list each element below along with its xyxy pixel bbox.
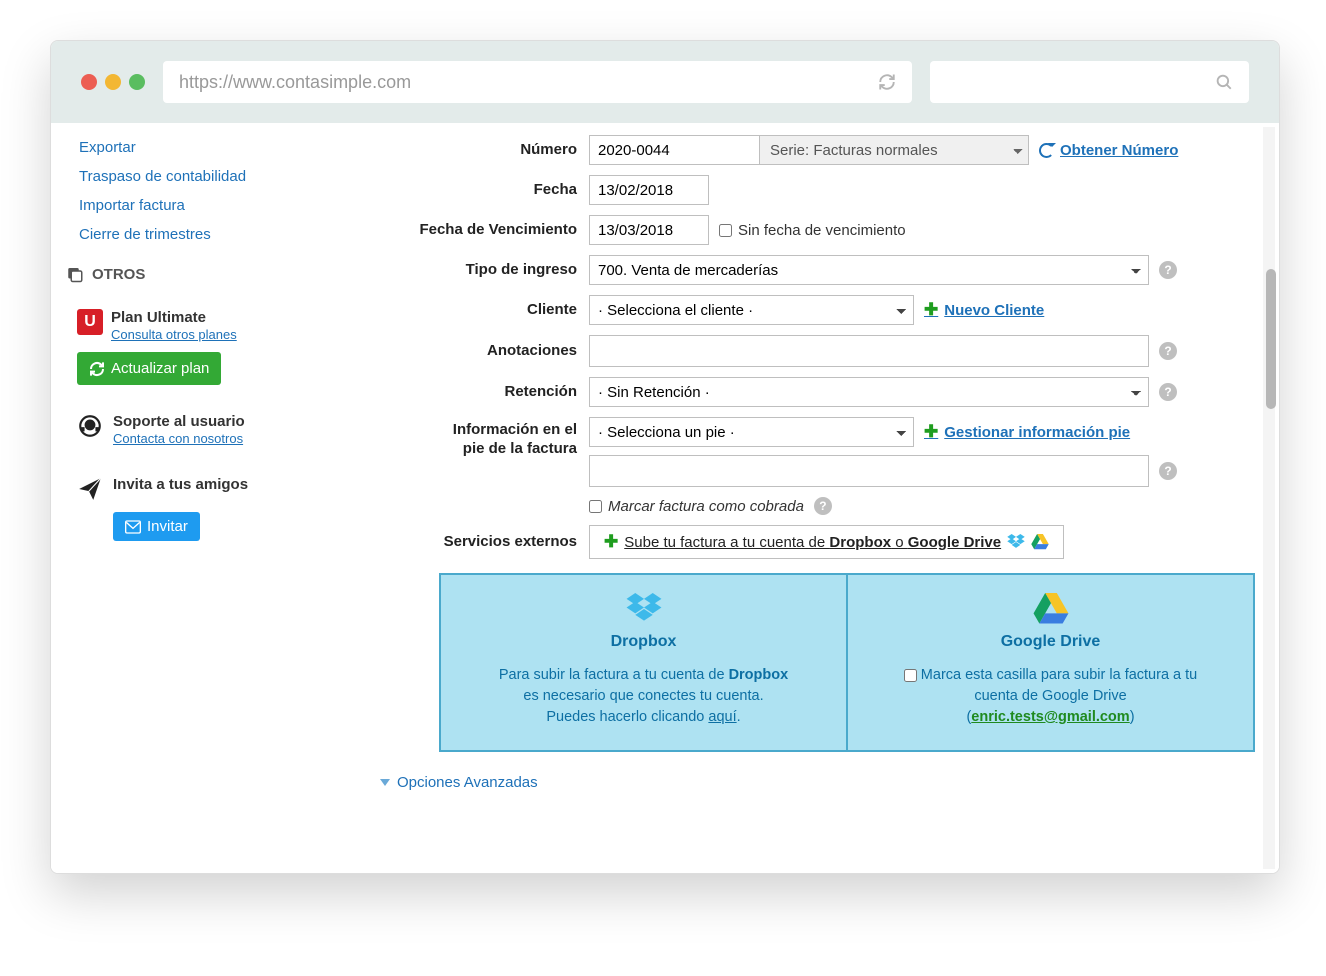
- label-venc: Fecha de Vencimiento: [379, 221, 589, 240]
- plan-link[interactable]: Consulta otros planes: [111, 327, 237, 342]
- tipo-select[interactable]: 700. Venta de mercaderías: [589, 255, 1149, 285]
- label-ret: Retención: [379, 383, 589, 402]
- pie-textarea[interactable]: [589, 455, 1149, 487]
- gdrive-icon: [1031, 534, 1049, 550]
- upgrade-plan-button[interactable]: Actualizar plan: [77, 352, 221, 385]
- nav-traspaso[interactable]: Traspaso de contabilidad: [51, 162, 319, 191]
- layers-icon: [66, 265, 84, 283]
- gestionar-pie-link[interactable]: ✚Gestionar información pie: [924, 422, 1130, 442]
- scrollbar-thumb[interactable]: [1266, 269, 1276, 409]
- help-icon[interactable]: ?: [1159, 261, 1177, 279]
- plus-icon: ✚: [604, 532, 618, 552]
- gdrive-card: Google Drive Marca esta casilla para sub…: [848, 573, 1255, 752]
- nav-cierre[interactable]: Cierre de trimestres: [51, 220, 319, 249]
- help-icon[interactable]: ?: [1159, 383, 1177, 401]
- help-icon[interactable]: ?: [1159, 342, 1177, 360]
- headset-icon: [77, 413, 103, 439]
- row-servicios: Servicios externos ✚ Sube tu factura a t…: [379, 525, 1259, 559]
- support-title: Soporte al usuario: [113, 413, 245, 430]
- row-cobrada: Marcar factura como cobrada ?: [379, 497, 1259, 515]
- minimize-dot[interactable]: [105, 74, 121, 90]
- label-pie: Información en elpie de la factura: [379, 417, 589, 459]
- plus-icon: ✚: [924, 300, 938, 320]
- sin-venc-check[interactable]: Sin fecha de vencimiento: [719, 222, 906, 239]
- row-anot: Anotaciones ?: [379, 335, 1259, 367]
- label-cliente: Cliente: [379, 301, 589, 320]
- dropbox-connect-link[interactable]: aquí: [708, 709, 736, 725]
- viewport: Exportar Traspaso de contabilidad Import…: [51, 123, 1279, 873]
- search-bar[interactable]: [930, 61, 1249, 103]
- reload-icon[interactable]: [878, 73, 896, 91]
- service-cards: Dropbox Para subir la factura a tu cuent…: [439, 573, 1255, 752]
- sidebar: Exportar Traspaso de contabilidad Import…: [51, 123, 319, 873]
- gdrive-upload-check[interactable]: [904, 669, 917, 682]
- dropbox-title: Dropbox: [457, 633, 830, 651]
- row-venc: Fecha de Vencimiento Sin fecha de vencim…: [379, 215, 1259, 245]
- gdrive-text: Marca esta casilla para subir la factura…: [864, 665, 1237, 728]
- row-ret: Retención · Sin Retención · ?: [379, 377, 1259, 407]
- support-block: Soporte al usuario Contacta con nosotros: [51, 395, 319, 458]
- serie-select[interactable]: Serie: Facturas normales: [759, 135, 1029, 165]
- refresh-icon: [1039, 143, 1054, 158]
- plus-icon: ✚: [924, 422, 938, 442]
- invite-block: Invita a tus amigos Invitar: [51, 458, 319, 551]
- browser-chrome: https://www.contasimple.com: [51, 41, 1279, 123]
- plan-title: Plan Ultimate: [111, 309, 237, 326]
- dropbox-card: Dropbox Para subir la factura a tu cuent…: [439, 573, 848, 752]
- row-fecha: Fecha: [379, 175, 1259, 205]
- row-cliente: Cliente · Selecciona el cliente · ✚Nuevo…: [379, 295, 1259, 325]
- help-icon[interactable]: ?: [1159, 462, 1177, 480]
- dropbox-icon: [626, 593, 662, 625]
- section-otros: OTROS: [51, 249, 319, 291]
- invite-title: Invita a tus amigos: [113, 476, 248, 493]
- label-tipo: Tipo de ingreso: [379, 261, 589, 280]
- plan-badge: U: [77, 309, 103, 335]
- label-numero: Número: [379, 141, 589, 160]
- numero-input[interactable]: [589, 135, 759, 165]
- row-numero: Número Serie: Facturas normales Obtener …: [379, 135, 1259, 165]
- venc-input[interactable]: [589, 215, 709, 245]
- gdrive-title: Google Drive: [864, 633, 1237, 651]
- url-text: https://www.contasimple.com: [179, 72, 411, 93]
- pie-select[interactable]: · Selecciona un pie ·: [589, 417, 914, 447]
- scrollbar-track[interactable]: [1263, 127, 1275, 869]
- invite-button[interactable]: Invitar: [113, 512, 200, 541]
- chevron-down-icon: [379, 778, 391, 788]
- advanced-options-toggle[interactable]: Opciones Avanzadas: [379, 774, 538, 791]
- row-tipo: Tipo de ingreso 700. Venta de mercadería…: [379, 255, 1259, 285]
- anotaciones-input[interactable]: [589, 335, 1149, 367]
- gdrive-email[interactable]: enric.tests@gmail.com: [971, 709, 1129, 725]
- help-icon[interactable]: ?: [814, 497, 832, 515]
- gdrive-icon: [1033, 593, 1069, 625]
- dropbox-text: Para subir la factura a tu cuenta de Dro…: [457, 665, 830, 728]
- support-link[interactable]: Contacta con nosotros: [113, 431, 243, 446]
- window-controls: [81, 74, 145, 90]
- nuevo-cliente-link[interactable]: ✚Nuevo Cliente: [924, 300, 1044, 320]
- paper-plane-icon: [77, 476, 103, 502]
- main-content: Número Serie: Facturas normales Obtener …: [319, 123, 1279, 873]
- external-services-button[interactable]: ✚ Sube tu factura a tu cuenta de Dropbox…: [589, 525, 1064, 559]
- label-anot: Anotaciones: [379, 342, 589, 361]
- refresh-icon: [89, 361, 105, 377]
- fecha-input[interactable]: [589, 175, 709, 205]
- label-serv: Servicios externos: [379, 533, 589, 552]
- maximize-dot[interactable]: [129, 74, 145, 90]
- retencion-select[interactable]: · Sin Retención ·: [589, 377, 1149, 407]
- app-window: https://www.contasimple.com Exportar Tra…: [50, 40, 1280, 874]
- mail-icon: [125, 520, 141, 534]
- close-dot[interactable]: [81, 74, 97, 90]
- label-fecha: Fecha: [379, 181, 589, 200]
- dropbox-icon: [1007, 534, 1025, 550]
- search-icon: [1215, 73, 1233, 91]
- row-pie: Información en elpie de la factura · Sel…: [379, 417, 1259, 487]
- nav-importar[interactable]: Importar factura: [51, 191, 319, 220]
- url-bar[interactable]: https://www.contasimple.com: [163, 61, 912, 103]
- cliente-select[interactable]: · Selecciona el cliente ·: [589, 295, 914, 325]
- obtener-numero-link[interactable]: Obtener Número: [1039, 142, 1178, 159]
- nav-exportar[interactable]: Exportar: [51, 133, 319, 162]
- nav-list: Exportar Traspaso de contabilidad Import…: [51, 133, 319, 249]
- cobrada-check[interactable]: Marcar factura como cobrada: [589, 498, 804, 515]
- plan-block: U Plan Ultimate Consulta otros planes Ac…: [51, 291, 319, 395]
